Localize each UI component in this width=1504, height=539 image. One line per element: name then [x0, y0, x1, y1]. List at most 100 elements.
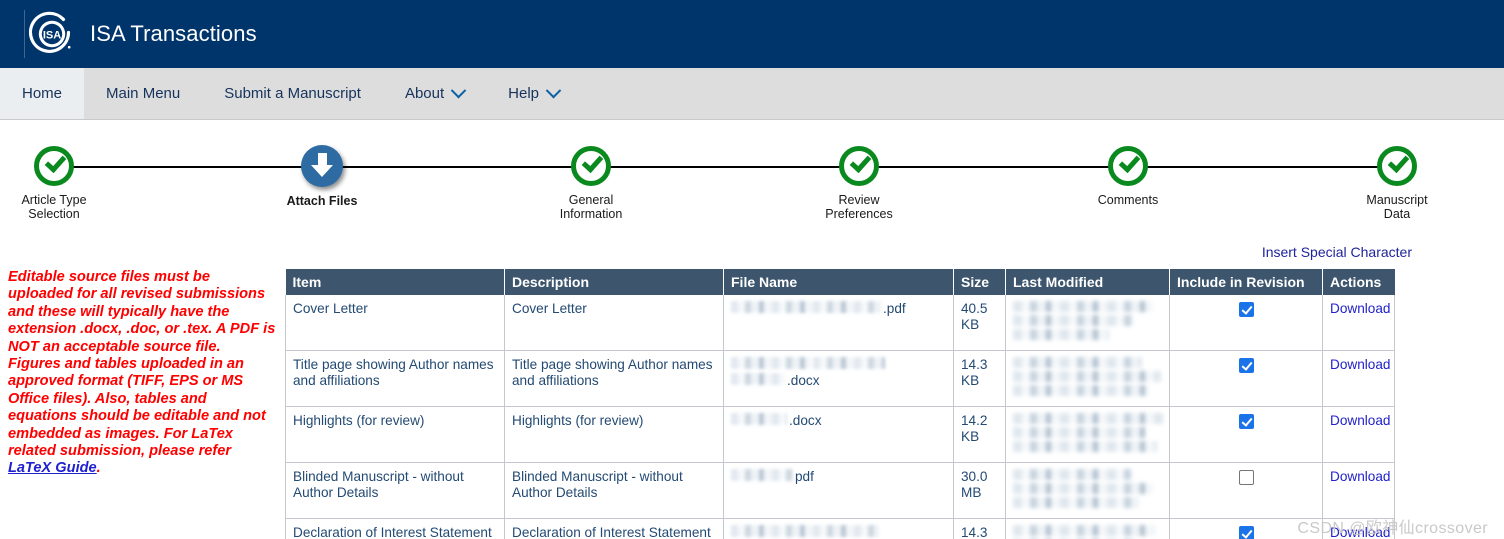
column-header-actions[interactable]: Actions [1322, 269, 1395, 295]
redacted-last-modified [1013, 441, 1157, 452]
down-arrow-icon [311, 153, 333, 177]
cell-item: Highlights (for review) [285, 406, 505, 463]
column-header-size[interactable]: Size [953, 269, 1006, 295]
include-in-revision-checkbox[interactable] [1239, 301, 1254, 317]
step-general-information[interactable]: General Information [511, 134, 671, 221]
cell-size: 40.5 KB [953, 295, 1006, 351]
submission-progress-stepper: Article Type Selection Attach Files Gene… [0, 134, 1504, 244]
cell-last-modified [1005, 406, 1170, 463]
cell-include-in-revision [1169, 462, 1323, 519]
cell-actions: Download [1322, 406, 1395, 463]
download-link[interactable]: Download [1330, 301, 1390, 316]
file-extension: .docx [787, 373, 820, 388]
cell-file-name: .docx [723, 518, 954, 539]
nav-item-about[interactable]: About [383, 68, 486, 119]
step-label: General Information [559, 193, 623, 221]
step-manuscript-data[interactable]: Manuscript Data [1317, 134, 1477, 221]
cell-item: Blinded Manuscript - without Author Deta… [285, 462, 505, 519]
step-article-type-selection[interactable]: Article Type Selection [0, 134, 134, 221]
redacted-file-name [731, 413, 787, 425]
cell-last-modified [1005, 350, 1170, 407]
nav-item-submit-a-manuscript[interactable]: Submit a Manuscript [202, 68, 383, 119]
cell-file-name: .docx [723, 406, 954, 463]
nav-item-home[interactable]: Home [0, 68, 85, 119]
watermark: CSDN @欧神仙crossover [1297, 520, 1488, 537]
redacted-last-modified [1013, 497, 1139, 508]
include-in-revision-checkbox[interactable] [1239, 357, 1254, 373]
download-link[interactable]: Download [1330, 357, 1390, 372]
table-row: Title page showing Author names and affi… [285, 350, 1395, 407]
cell-last-modified [1005, 518, 1170, 539]
check-circle-icon [34, 146, 74, 186]
check-circle-icon [571, 146, 611, 186]
nav-item-main-menu[interactable]: Main Menu [84, 68, 202, 119]
table-row: Cover Letter Cover Letter .pdf 40.5 KB D… [285, 295, 1395, 351]
cell-description: Blinded Manuscript - without Author Deta… [504, 462, 724, 519]
cell-file-name: .docx [723, 350, 954, 407]
column-header-description[interactable]: Description [504, 269, 724, 295]
check-circle-icon [839, 146, 879, 186]
cell-include-in-revision [1169, 406, 1323, 463]
column-header-item[interactable]: Item [285, 269, 505, 295]
latex-guide-link[interactable]: LaTeX Guide [8, 460, 97, 476]
step-label: Comments [1097, 193, 1159, 207]
cell-size: 30.0 MB [953, 462, 1006, 519]
page-content: Editable source files must be uploaded f… [0, 244, 1504, 539]
cell-file-name: pdf [723, 462, 954, 519]
step-attach-files[interactable]: Attach Files [242, 134, 402, 208]
download-link[interactable]: Download [1330, 469, 1390, 484]
redacted-last-modified [1013, 427, 1145, 438]
step-label: Review Preferences [825, 193, 893, 221]
nav-item-label: Help [508, 85, 540, 102]
attached-files-table-wrapper: Item Description File Name Size Last Mod… [285, 269, 1395, 539]
cell-include-in-revision [1169, 295, 1323, 351]
svg-text:ISA: ISA [43, 29, 61, 41]
chevron-down-icon [545, 82, 562, 99]
nav-item-help[interactable]: Help [486, 68, 581, 119]
cell-include-in-revision [1169, 350, 1323, 407]
table-row: Declaration of Interest Statement Declar… [285, 518, 1395, 539]
redacted-last-modified [1013, 357, 1141, 368]
column-header-file-name[interactable]: File Name [723, 269, 954, 295]
table-row: Blinded Manuscript - without Author Deta… [285, 462, 1395, 519]
step-review-preferences[interactable]: Review Preferences [779, 134, 939, 221]
redacted-file-name [731, 357, 811, 369]
include-in-revision-checkbox[interactable] [1239, 525, 1254, 539]
cell-actions: Download [1322, 350, 1395, 407]
include-in-revision-checkbox[interactable] [1239, 413, 1254, 429]
column-header-last-modified[interactable]: Last Modified [1005, 269, 1170, 295]
redacted-last-modified [1013, 301, 1153, 312]
notice-text: Editable source files must be uploaded f… [8, 269, 276, 460]
nav-item-label: Home [22, 85, 63, 102]
cell-item: Title page showing Author names and affi… [285, 350, 505, 407]
step-comments[interactable]: Comments [1048, 134, 1208, 207]
check-circle-icon [1377, 146, 1417, 186]
redacted-last-modified [1013, 413, 1163, 424]
redacted-last-modified [1013, 315, 1133, 326]
cell-actions: Download [1322, 462, 1395, 519]
include-in-revision-checkbox[interactable] [1239, 469, 1254, 485]
cell-size: 14.3 KB [953, 518, 1006, 539]
column-header-include-in-revision[interactable]: Include in Revision [1169, 269, 1323, 295]
cell-description: Highlights (for review) [504, 406, 724, 463]
redacted-file-name [813, 357, 885, 369]
redacted-file-name [731, 301, 881, 313]
cell-item: Declaration of Interest Statement [285, 518, 505, 539]
cell-description: Declaration of Interest Statement [504, 518, 724, 539]
redacted-last-modified [1013, 469, 1131, 480]
redacted-file-name [731, 525, 879, 537]
table-row: Highlights (for review) Highlights (for … [285, 406, 1395, 463]
site-header: ISA ISA Transactions [0, 0, 1504, 68]
check-circle-icon [1108, 146, 1148, 186]
insert-special-character-link[interactable]: Insert Special Character [1262, 244, 1412, 260]
cell-last-modified [1005, 295, 1170, 351]
cell-description: Cover Letter [504, 295, 724, 351]
cell-description: Title page showing Author names and affi… [504, 350, 724, 407]
cell-size: 14.2 KB [953, 406, 1006, 463]
download-link[interactable]: Download [1330, 413, 1390, 428]
main-navigation: Home Main Menu Submit a Manuscript About… [0, 68, 1504, 120]
attached-files-table: Item Description File Name Size Last Mod… [285, 269, 1395, 539]
editable-source-files-notice: Editable source files must be uploaded f… [8, 269, 276, 478]
redacted-file-name [731, 373, 785, 385]
step-label: Article Type Selection [21, 193, 87, 221]
